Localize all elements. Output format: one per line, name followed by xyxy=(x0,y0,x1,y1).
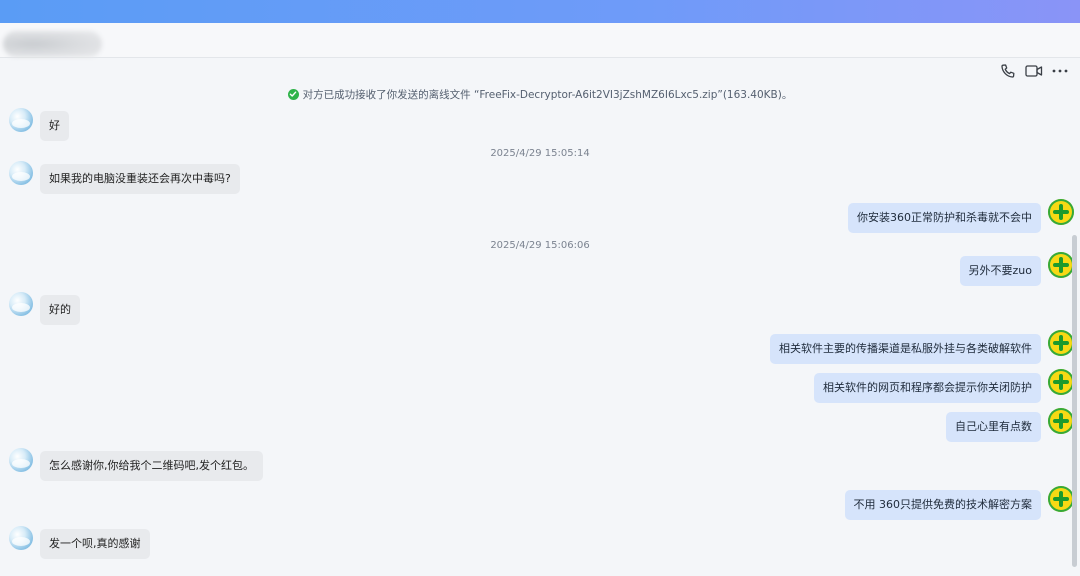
outgoing-message[interactable]: 相关软件的网页和程序都会提示你关闭防护 xyxy=(814,373,1041,403)
contact-name-blurred xyxy=(3,31,102,57)
notice-text: 对方已成功接收了你发送的离线文件 “FreeFix-Decryptor-A6it… xyxy=(302,88,793,101)
incoming-message[interactable]: 好 xyxy=(40,111,69,141)
chat-scrollbar[interactable] xyxy=(1072,235,1077,567)
incoming-message[interactable]: 如果我的电脑没重装还会再次中毒吗? xyxy=(40,164,240,194)
check-circle-icon xyxy=(287,88,299,100)
self-avatar-360-icon[interactable] xyxy=(1048,252,1074,278)
self-avatar-360-icon[interactable] xyxy=(1048,486,1074,512)
message-timestamp: 2025/4/29 15:06:06 xyxy=(490,240,590,251)
outgoing-message[interactable]: 相关软件主要的传播渠道是私服外挂与各类破解软件 xyxy=(770,334,1041,364)
contact-avatar[interactable] xyxy=(9,526,33,550)
outgoing-message[interactable]: 自己心里有点数 xyxy=(946,412,1041,442)
incoming-message[interactable]: 好的 xyxy=(40,295,80,325)
outgoing-message[interactable]: 另外不要zuo xyxy=(959,256,1041,286)
contact-avatar[interactable] xyxy=(9,161,33,185)
video-camera-icon[interactable] xyxy=(1024,61,1044,81)
chat-header xyxy=(0,23,1080,58)
outgoing-message[interactable]: 不用 360只提供免费的技术解密方案 xyxy=(844,490,1041,520)
chat-toolbar xyxy=(992,61,1070,81)
window-title-bar xyxy=(0,0,1080,23)
more-options-icon[interactable] xyxy=(1050,61,1070,81)
contact-avatar[interactable] xyxy=(9,108,33,132)
self-avatar-360-icon[interactable] xyxy=(1048,408,1074,434)
incoming-message[interactable]: 怎么感谢你,你给我个二维码吧,发个红包。 xyxy=(40,451,263,481)
file-received-notice: 对方已成功接收了你发送的离线文件 “FreeFix-Decryptor-A6it… xyxy=(0,86,1080,102)
outgoing-message[interactable]: 你安装360正常防护和杀毒就不会中 xyxy=(848,203,1041,233)
self-avatar-360-icon[interactable] xyxy=(1048,369,1074,395)
self-avatar-360-icon[interactable] xyxy=(1048,199,1074,225)
phone-icon[interactable] xyxy=(998,61,1018,81)
self-avatar-360-icon[interactable] xyxy=(1048,330,1074,356)
contact-avatar[interactable] xyxy=(9,292,33,316)
message-timestamp: 2025/4/29 15:05:14 xyxy=(490,148,590,159)
incoming-message[interactable]: 发一个呗,真的感谢 xyxy=(40,529,150,559)
contact-avatar[interactable] xyxy=(9,448,33,472)
